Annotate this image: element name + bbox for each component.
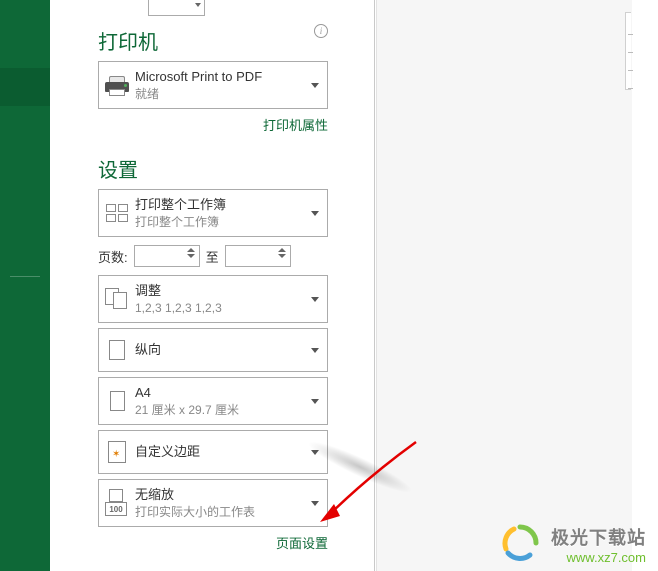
chevron-down-icon [303, 62, 327, 108]
preview-page-edge [625, 12, 631, 90]
margins-selector[interactable]: ✶ 自定义边距 [98, 430, 328, 474]
pages-label: 页数: [98, 247, 128, 266]
chevron-down-icon [303, 480, 327, 526]
page-icon [99, 378, 135, 424]
scaling-selector[interactable]: 100 无缩放 打印实际大小的工作表 [98, 479, 328, 527]
printer-icon [99, 62, 135, 108]
print-scope-selector[interactable]: 打印整个工作簿 打印整个工作簿 [98, 189, 328, 237]
pages-from-spinner[interactable] [134, 245, 200, 267]
collate-label: 调整 [135, 282, 303, 300]
chevron-down-icon [303, 276, 327, 322]
orientation-selector[interactable]: 纵向 [98, 328, 328, 372]
spin-down-icon[interactable] [187, 254, 195, 258]
chevron-down-icon [303, 431, 327, 473]
sidebar-active-item[interactable] [0, 68, 50, 106]
scaling-label: 无缩放 [135, 486, 303, 504]
settings-section-title: 设置 [98, 154, 328, 183]
print-preview-area [376, 0, 658, 571]
spin-down-icon[interactable] [278, 254, 286, 258]
printer-status: 就绪 [135, 86, 303, 103]
scaling-icon: 100 [99, 480, 135, 526]
page-setup-link[interactable]: 页面设置 [276, 536, 328, 551]
spin-up-icon[interactable] [278, 248, 286, 252]
pages-from-input[interactable] [135, 246, 181, 266]
backstage-sidebar [0, 0, 50, 571]
pages-range-row: 页数: 至 [98, 245, 328, 267]
print-panel: i 打印机 Microsoft Print to PDF 就绪 打印机属性 设置… [50, 0, 375, 571]
info-icon[interactable]: i [314, 24, 328, 38]
margins-label: 自定义边距 [135, 443, 303, 461]
paper-size-selector[interactable]: A4 21 厘米 x 29.7 厘米 [98, 377, 328, 425]
printer-selector[interactable]: Microsoft Print to PDF 就绪 [98, 61, 328, 109]
chevron-down-icon [303, 190, 327, 236]
printer-properties-link[interactable]: 打印机属性 [263, 118, 328, 133]
print-scope-label: 打印整个工作簿 [135, 196, 303, 214]
print-scope-sub: 打印整个工作簿 [135, 214, 303, 231]
chevron-down-icon [303, 378, 327, 424]
sidebar-separator [10, 276, 40, 277]
portrait-icon [99, 329, 135, 371]
orientation-label: 纵向 [135, 341, 303, 359]
margins-icon: ✶ [99, 431, 135, 473]
pages-to-input[interactable] [226, 246, 272, 266]
printer-name: Microsoft Print to PDF [135, 68, 303, 86]
paper-label: A4 [135, 384, 303, 402]
scaling-sub: 打印实际大小的工作表 [135, 504, 303, 521]
collate-sub: 1,2,3 1,2,3 1,2,3 [135, 300, 303, 317]
paper-sub: 21 厘米 x 29.7 厘米 [135, 402, 303, 419]
collate-icon [99, 276, 135, 322]
pages-to-spinner[interactable] [225, 245, 291, 267]
chevron-down-icon [303, 329, 327, 371]
copies-spinner[interactable] [148, 0, 205, 16]
printer-section-title: 打印机 [98, 26, 328, 55]
workbook-grid-icon [99, 190, 135, 236]
spin-up-icon[interactable] [187, 248, 195, 252]
collate-selector[interactable]: 调整 1,2,3 1,2,3 1,2,3 [98, 275, 328, 323]
pages-to-label: 至 [206, 247, 219, 266]
